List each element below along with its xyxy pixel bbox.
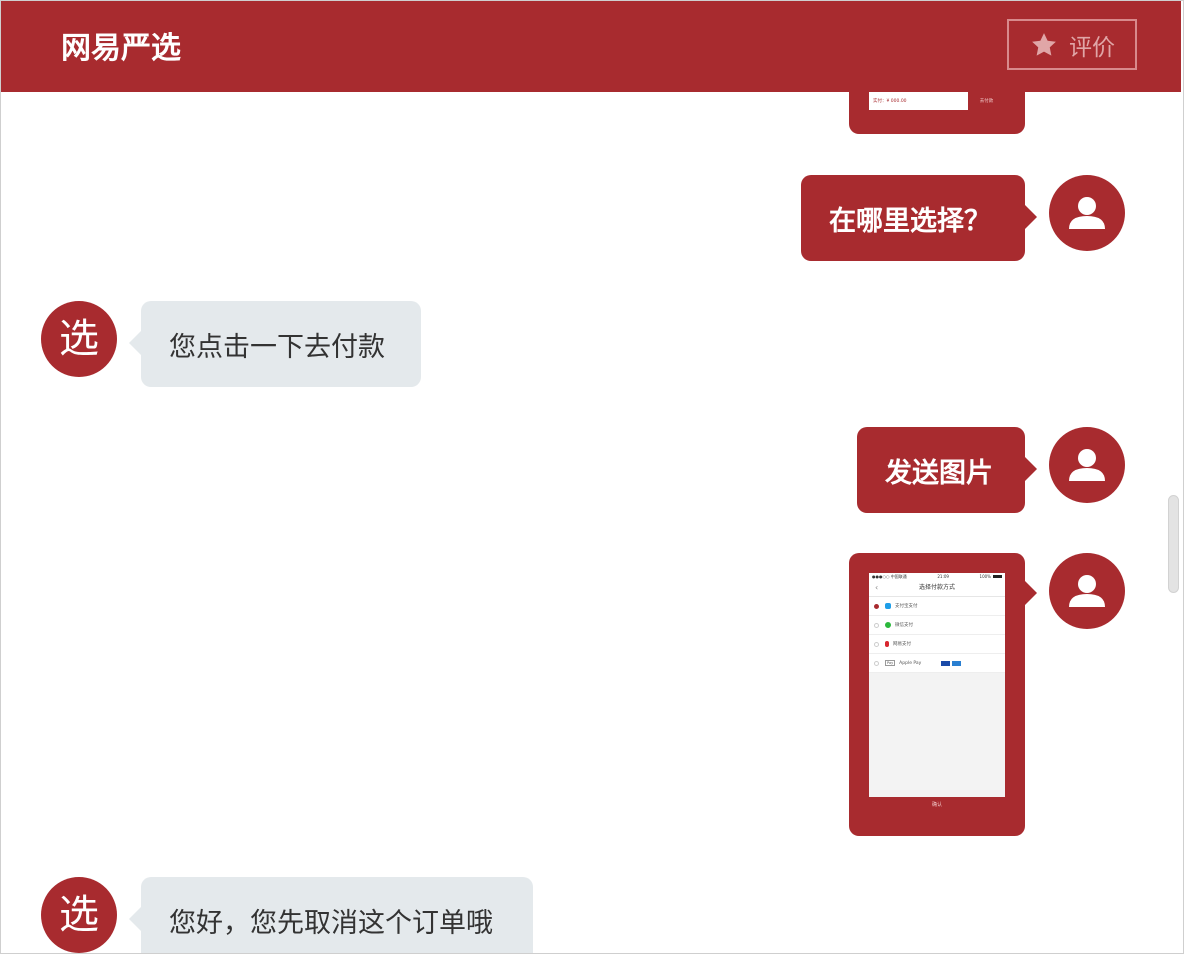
message-text: 您好，您先取消这个订单哦 — [169, 907, 493, 939]
radio-icon — [874, 641, 879, 647]
brand-title: 网易严选 — [61, 31, 181, 66]
user-icon — [1069, 575, 1105, 607]
rate-button[interactable]: 评价 — [1007, 19, 1137, 70]
message-text: 发送图片 — [885, 457, 993, 489]
outgoing-message: 发送图片 — [857, 427, 1037, 513]
payment-option: 网易支付 — [869, 635, 1005, 654]
app-header: 网易严选 评价 — [1, 1, 1181, 92]
radio-icon — [874, 660, 879, 666]
outgoing-message: 在哪里选择？ — [801, 175, 1037, 261]
scrollbar[interactable] — [1167, 92, 1181, 953]
star-icon — [1029, 30, 1059, 60]
payment-screenshot: ●●●○○ 中国联通 21:09 100% ‹ 选择付款方式 支付宝支付 微信支… — [869, 573, 1005, 797]
bot-avatar[interactable]: 选 — [41, 301, 117, 377]
image-message[interactable]: ●●●○○ 中国联通 21:09 100% ‹ 选择付款方式 支付宝支付 微信支… — [849, 553, 1037, 836]
chat-window: 网易严选 评价 实付：¥ 000.00 去付款 在哪里选择？ 选 您点击一下去付… — [0, 0, 1184, 954]
phone-status-bar: ●●●○○ 中国联通 21:09 100% — [869, 573, 1005, 580]
bot-avatar[interactable]: 选 — [41, 877, 117, 953]
netease-pay-icon — [885, 641, 889, 647]
radio-icon — [874, 622, 879, 628]
bank-card-icons — [941, 660, 962, 666]
payment-options: 支付宝支付 微信支付 网易支付 Pay Apple Pay — [869, 597, 1005, 673]
image-message[interactable]: 实付：¥ 000.00 去付款 — [849, 92, 1025, 134]
order-amount: 实付：¥ 000.00 — [869, 92, 968, 110]
image-caption: 确认 — [931, 802, 942, 808]
pay-button-thumb: 去付款 — [979, 99, 994, 104]
message-list[interactable]: 实付：¥ 000.00 去付款 在哪里选择？ 选 您点击一下去付款 发送图片 ●… — [1, 92, 1167, 953]
apple-pay-icon: Pay — [885, 660, 896, 666]
payment-option: 支付宝支付 — [869, 597, 1005, 616]
payment-title: 选择付款方式 — [918, 584, 955, 591]
user-icon — [1069, 197, 1105, 229]
user-avatar[interactable] — [1049, 553, 1125, 629]
payment-option: Pay Apple Pay — [869, 654, 1005, 673]
rate-label: 评价 — [1069, 34, 1115, 61]
message-text: 您点击一下去付款 — [169, 331, 385, 363]
incoming-message: 您好，您先取消这个订单哦 — [129, 877, 533, 953]
payment-option: 微信支付 — [869, 616, 1005, 635]
battery-icon: 100% — [980, 573, 1002, 580]
radio-selected-icon — [874, 603, 879, 609]
incoming-message: 您点击一下去付款 — [129, 301, 421, 387]
user-avatar[interactable] — [1049, 427, 1125, 503]
alipay-icon — [885, 603, 891, 609]
message-text: 在哪里选择？ — [829, 205, 991, 237]
user-avatar[interactable] — [1049, 175, 1125, 251]
scrollbar-thumb[interactable] — [1168, 495, 1179, 593]
wechat-pay-icon — [885, 622, 891, 628]
back-icon: ‹ — [875, 583, 879, 592]
phone-nav-bar: ‹ 选择付款方式 — [869, 580, 1005, 597]
user-icon — [1069, 449, 1105, 481]
